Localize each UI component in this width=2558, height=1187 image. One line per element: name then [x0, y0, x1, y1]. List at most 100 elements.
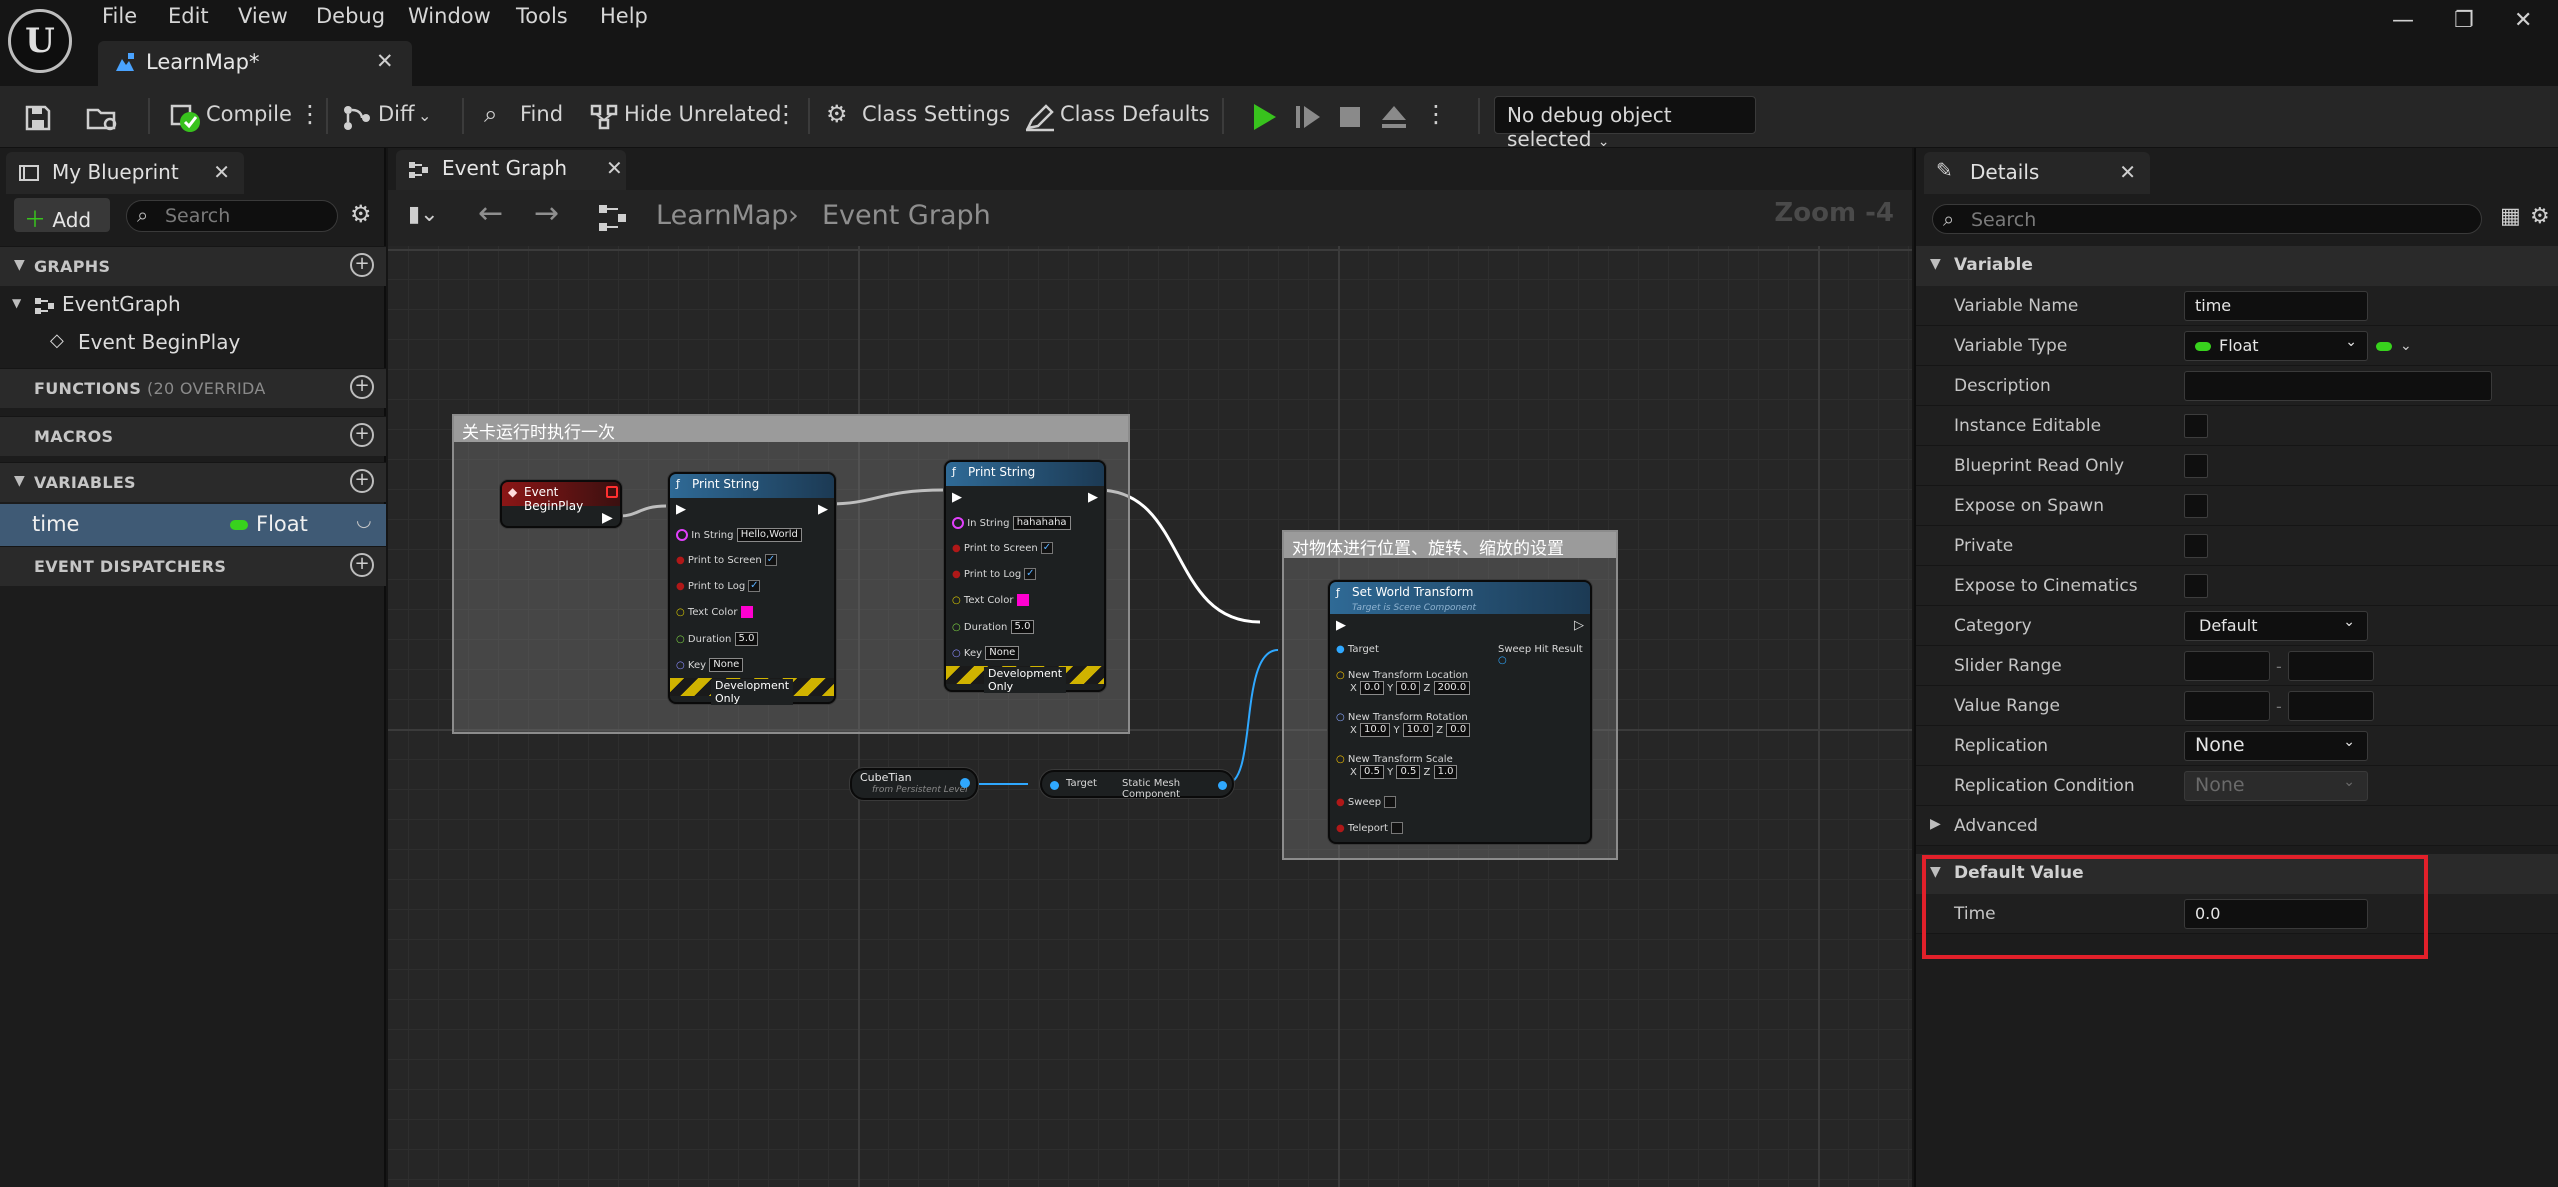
settings-gear-icon[interactable]: ⚙	[350, 200, 372, 228]
key-pin[interactable]: ○ Key None	[676, 658, 744, 672]
diff-button[interactable]: Diff	[378, 102, 414, 126]
instance-editable-checkbox[interactable]	[2184, 414, 2208, 438]
print-to-log-pin[interactable]: ● Print to Log ✓	[952, 568, 1037, 580]
section-macros[interactable]: MACROS +	[0, 416, 386, 456]
diff-icon[interactable]	[342, 104, 374, 132]
exec-out-pin-icon[interactable]: ▶	[1088, 490, 1098, 505]
forward-arrow-icon[interactable]: →	[534, 196, 559, 231]
section-variable[interactable]: ▼ Variable	[1916, 246, 2558, 286]
expose-on-spawn-checkbox[interactable]	[2184, 494, 2208, 518]
event-beginplay-node[interactable]: Event BeginPlay ◆ ▶	[500, 480, 622, 528]
value-range-min-input[interactable]	[2184, 691, 2270, 721]
exec-in-pin-icon[interactable]: ▶	[676, 502, 686, 517]
graph-canvas[interactable]: 关卡运行时执行一次 对物体进行位置、旋转、缩放的设置 Event BeginPl…	[388, 246, 1912, 1187]
add-function-icon[interactable]: +	[350, 375, 374, 399]
cubetian-node[interactable]: CubeTian from Persistent Level	[850, 768, 978, 800]
sweep-hit-result-pin[interactable]: Sweep Hit Result ○	[1498, 644, 1590, 666]
class-defaults-icon[interactable]	[1024, 102, 1056, 132]
menu-edit[interactable]: Edit	[168, 4, 209, 28]
eject-icon[interactable]	[1380, 104, 1408, 130]
add-button[interactable]: ＋ Add	[14, 198, 110, 233]
scale-pin[interactable]: ○ New Transform Scale X 0.5 Y 0.5 Z 1.0	[1336, 754, 1458, 779]
browse-folder-icon[interactable]	[86, 104, 120, 132]
text-color-pin[interactable]: ○ Text Color	[952, 594, 1029, 606]
back-arrow-icon[interactable]: ←	[478, 196, 503, 231]
section-graphs[interactable]: ▼ GRAPHS +	[0, 246, 386, 286]
checkbox-icon[interactable]: ✓	[764, 554, 777, 566]
exec-in-pin-icon[interactable]: ▶	[1336, 618, 1346, 633]
category-combo[interactable]: Default ⌄	[2184, 611, 2368, 641]
in-string-field[interactable]: Hello,World	[736, 528, 802, 542]
print-to-screen-pin[interactable]: ● Print to Screen ✓	[952, 542, 1053, 554]
class-settings-button[interactable]: Class Settings	[862, 102, 1010, 126]
compile-icon[interactable]	[168, 102, 202, 134]
duration-pin[interactable]: ○ Duration 5.0	[676, 632, 759, 646]
play-icon[interactable]	[1250, 102, 1278, 132]
in-string-pin[interactable]: In String Hello,World	[676, 528, 802, 542]
output-pin[interactable]	[960, 778, 970, 788]
value-range-max-input[interactable]	[2287, 691, 2374, 721]
menu-debug[interactable]: Debug	[316, 4, 385, 28]
close-tab-icon[interactable]: ✕	[606, 156, 623, 180]
diff-dropdown-icon[interactable]: ⌄	[418, 106, 431, 125]
replication-dropdown[interactable]: None ⌄	[2184, 731, 2368, 761]
static-mesh-getter-node[interactable]: Target Static Mesh Component	[1040, 770, 1234, 800]
print-to-log-pin[interactable]: ● Print to Log ✓	[676, 580, 761, 592]
section-variables[interactable]: ▼ VARIABLES +	[0, 462, 386, 502]
close-tab-icon[interactable]: ✕	[2119, 160, 2136, 184]
my-blueprint-tab[interactable]: My Blueprint ✕	[6, 152, 244, 194]
slider-range-min-input[interactable]	[2184, 651, 2270, 681]
visibility-eye-icon[interactable]: ◡	[356, 510, 372, 531]
class-defaults-button[interactable]: Class Defaults	[1060, 102, 1210, 126]
stop-icon[interactable]	[1338, 105, 1362, 129]
step-icon[interactable]	[1294, 104, 1322, 130]
chevron-down-icon[interactable]: ⌄	[2400, 338, 2412, 354]
variable-name-input[interactable]: time	[2184, 291, 2368, 321]
exec-out-pin-icon[interactable]: ▶	[602, 510, 613, 526]
find-icon[interactable]: ⌕	[484, 100, 497, 128]
teleport-pin[interactable]: ● Teleport	[1336, 822, 1404, 834]
graph-hierarchy-icon[interactable]	[598, 204, 628, 232]
play-options-icon[interactable]: ⋮	[1424, 100, 1448, 128]
description-input[interactable]	[2184, 371, 2492, 401]
color-swatch[interactable]	[1016, 594, 1029, 606]
color-swatch[interactable]	[740, 606, 753, 618]
key-pin[interactable]: ○ Key None	[952, 646, 1020, 660]
hide-unrelated-icon[interactable]	[590, 104, 620, 132]
bookmark-icon[interactable]: ▮⌄	[408, 202, 439, 227]
exec-in-pin-icon[interactable]: ▶	[952, 490, 962, 505]
exec-out-pin-icon[interactable]: ▶	[818, 502, 828, 517]
section-event-dispatchers[interactable]: EVENT DISPATCHERS +	[0, 546, 386, 586]
checkbox-icon[interactable]: ✓	[1024, 568, 1037, 580]
duration-pin[interactable]: ○ Duration 5.0	[952, 620, 1035, 634]
compile-button[interactable]: Compile	[206, 102, 292, 126]
minimize-icon[interactable]: —	[2392, 8, 2414, 33]
add-graph-icon[interactable]: +	[350, 253, 374, 277]
menu-window[interactable]: Window	[408, 4, 491, 28]
add-macro-icon[interactable]: +	[350, 423, 374, 447]
rotation-pin[interactable]: ○ New Transform Rotation X 10.0 Y 10.0 Z…	[1336, 712, 1471, 737]
blueprint-search-input[interactable]: ⌕ Search	[126, 200, 338, 232]
more-options-icon[interactable]: ⋮	[774, 100, 798, 128]
exec-out-pin-icon[interactable]: ▷	[1574, 618, 1584, 633]
menu-help[interactable]: Help	[600, 4, 648, 28]
breadcrumb-learnmap[interactable]: LearnMap	[656, 200, 788, 231]
details-tab[interactable]: ✎ Details ✕	[1924, 152, 2150, 194]
close-window-icon[interactable]: ✕	[2514, 8, 2532, 33]
text-color-pin[interactable]: ○ Text Color	[676, 606, 753, 618]
checkbox-icon[interactable]: ✓	[1040, 542, 1053, 554]
add-variable-icon[interactable]: +	[350, 469, 374, 493]
target-pin[interactable]: ● Target	[1336, 644, 1379, 655]
save-icon[interactable]	[24, 104, 52, 132]
slider-range-max-input[interactable]	[2287, 651, 2374, 681]
location-pin[interactable]: ○ New Transform Location X 0.0 Y 0.0 Z 2…	[1336, 670, 1471, 695]
hide-unrelated-button[interactable]: Hide Unrelated	[624, 102, 782, 126]
close-tab-icon[interactable]: ✕	[376, 49, 394, 73]
settings-gear-icon[interactable]: ⚙	[2530, 204, 2550, 229]
document-tab[interactable]: LearnMap* ✕	[98, 41, 412, 86]
add-dispatcher-icon[interactable]: +	[350, 553, 374, 577]
row-advanced[interactable]: ▶ Advanced	[1916, 806, 2558, 846]
in-string-field[interactable]: hahahaha	[1012, 516, 1071, 530]
compile-options-icon[interactable]: ⋮	[298, 100, 322, 128]
target-pin[interactable]	[1050, 781, 1059, 790]
